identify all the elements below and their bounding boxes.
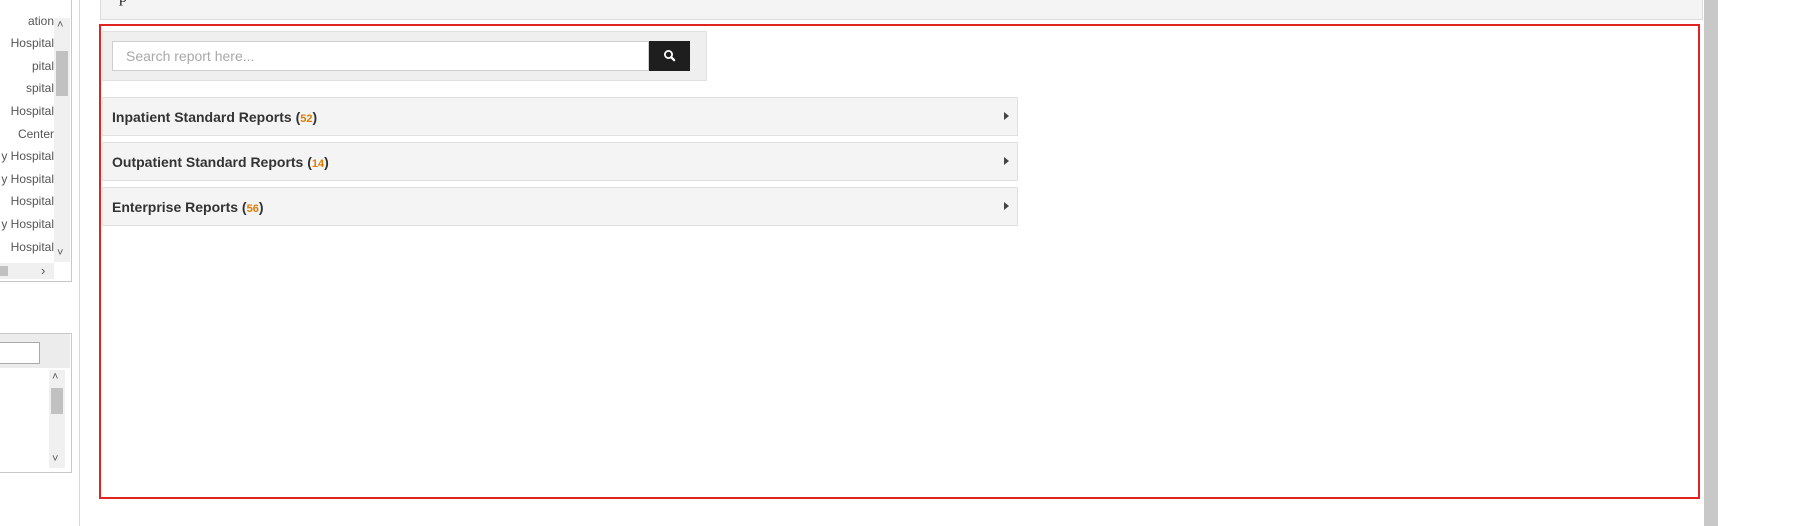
facility-item[interactable]: y Hospital [1, 172, 54, 186]
page-title: p [119, 0, 127, 7]
facility-list: ation Hospital pital spital Hospital Cen… [0, 0, 54, 262]
facility-item[interactable]: Hospital [11, 104, 54, 118]
left-panel-divider [79, 0, 80, 526]
filter-input[interactable] [0, 342, 40, 364]
report-count: 14 [311, 158, 325, 170]
filter-header [0, 334, 70, 368]
caret-right-icon [1004, 202, 1009, 210]
facility-item[interactable]: Hospital [11, 36, 54, 50]
facility-item[interactable]: y Hospital [1, 217, 54, 231]
accordion-label: Outpatient Standard Reports (14) [112, 154, 329, 170]
facility-list-panel: ation Hospital pital spital Hospital Cen… [0, 0, 72, 282]
facility-item[interactable]: Hospital [11, 194, 54, 208]
search-button[interactable] [649, 41, 690, 71]
search-icon [663, 49, 676, 62]
caret-right-icon [1004, 157, 1009, 165]
scrollbar-thumb[interactable] [56, 51, 68, 96]
facility-item[interactable]: Center [18, 127, 54, 141]
accordion-inpatient-standard-reports[interactable]: Inpatient Standard Reports (52) [102, 97, 1018, 136]
report-count: 56 [246, 203, 259, 215]
page-header: p [100, 0, 1703, 20]
chevron-up-icon[interactable]: ˄ [57, 20, 63, 31]
report-library-frame: Inpatient Standard Reports (52) Outpatie… [99, 24, 1700, 499]
page-vertical-scrollbar[interactable] [1704, 0, 1718, 526]
chevron-down-icon[interactable]: ˅ [52, 454, 58, 465]
accordion-outpatient-standard-reports[interactable]: Outpatient Standard Reports (14) [102, 142, 1018, 181]
accordion-label: Inpatient Standard Reports (52) [112, 109, 318, 125]
report-count: 52 [300, 113, 313, 125]
facility-list-horizontal-scrollbar[interactable]: › [0, 263, 54, 279]
chevron-right-icon[interactable]: › [41, 264, 45, 277]
facility-item[interactable]: pital [32, 59, 54, 73]
report-search-bar [102, 31, 707, 81]
accordion-enterprise-reports[interactable]: Enterprise Reports (56) [102, 187, 1018, 226]
facility-item[interactable]: Hospital [11, 240, 54, 254]
scrollbar-thumb[interactable] [51, 388, 63, 414]
chevron-down-icon[interactable]: ˅ [57, 248, 63, 259]
scrollbar-thumb[interactable] [0, 266, 8, 276]
facility-item[interactable]: spital [26, 81, 54, 95]
accordion-label: Enterprise Reports (56) [112, 199, 264, 215]
filter-list-vertical-scrollbar[interactable]: ˄ ˅ [49, 370, 65, 468]
facility-item[interactable]: ation [28, 14, 54, 28]
filter-panel: ˄ ˅ [0, 333, 72, 473]
facility-list-vertical-scrollbar[interactable]: ˄ ˅ [54, 18, 70, 262]
caret-right-icon [1004, 112, 1009, 120]
chevron-up-icon[interactable]: ˄ [52, 372, 58, 383]
report-search-input[interactable] [112, 41, 649, 71]
facility-item[interactable]: y Hospital [1, 149, 54, 163]
